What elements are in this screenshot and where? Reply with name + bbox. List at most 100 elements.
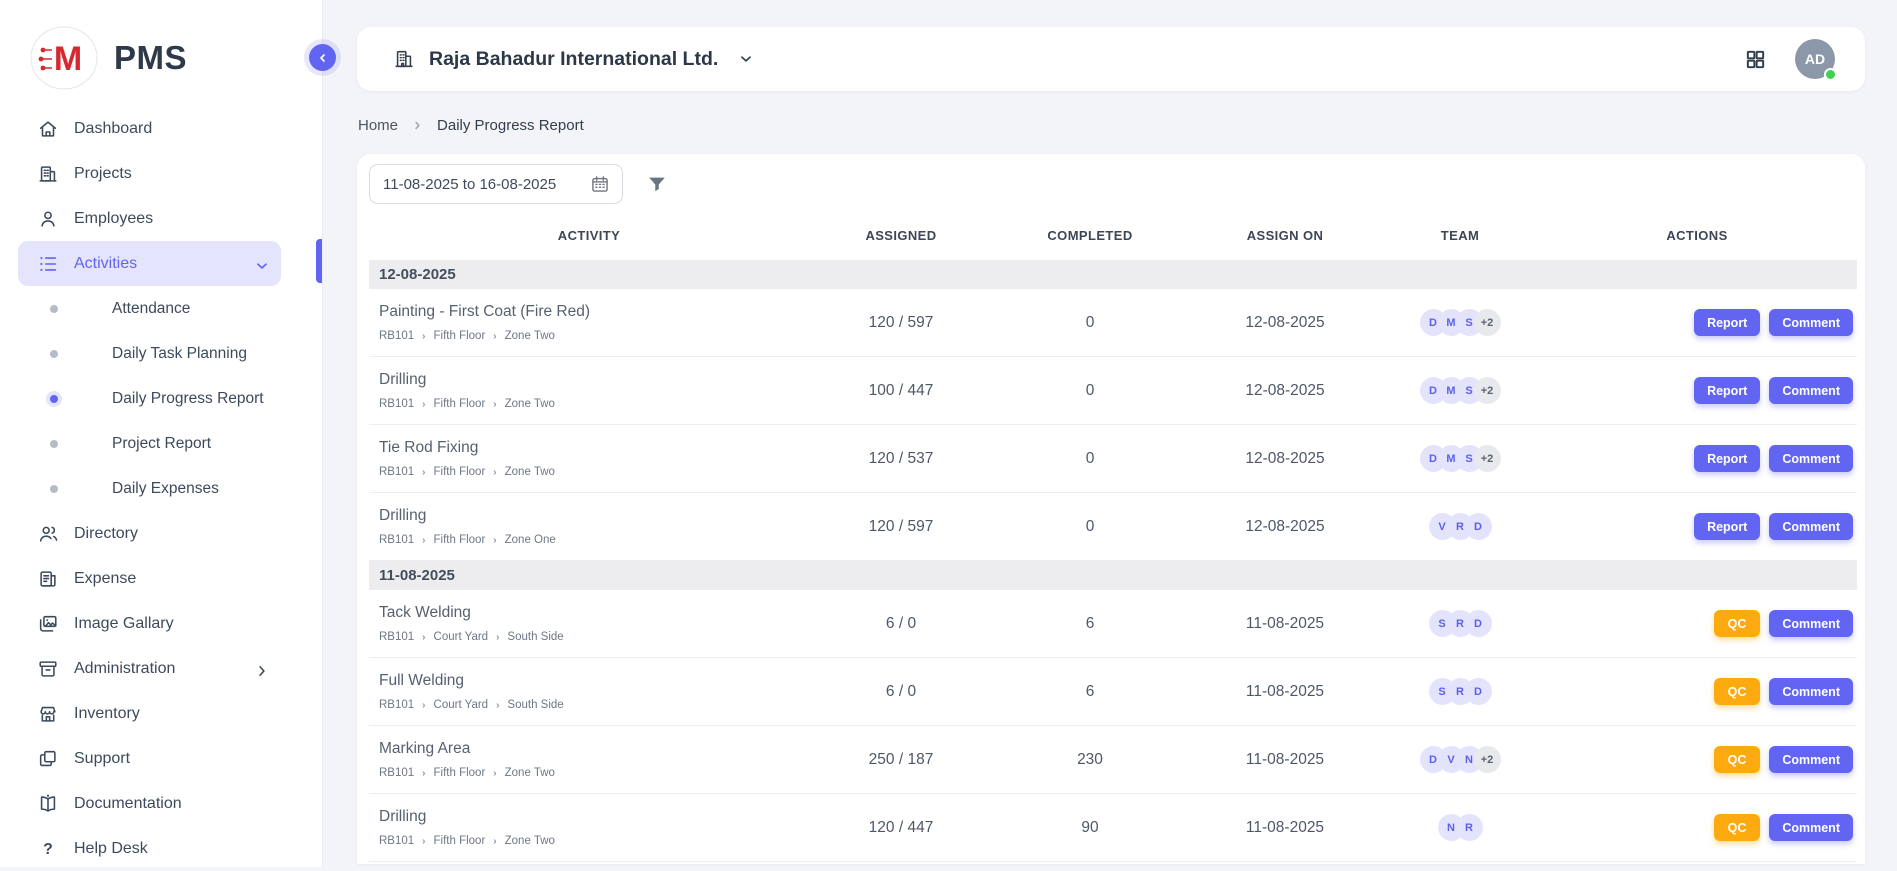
sidebar-item-label: Support bbox=[74, 750, 271, 768]
comment-button[interactable]: Comment bbox=[1769, 610, 1853, 637]
company-selector[interactable]: Raja Bahadur International Ltd. bbox=[393, 48, 755, 71]
team-extra-count[interactable]: +2 bbox=[1474, 746, 1501, 773]
activity-cell: Full Welding RB101›Court Yard›South Side bbox=[369, 672, 809, 711]
activity-name: Drilling bbox=[379, 507, 809, 525]
comment-button[interactable]: Comment bbox=[1769, 445, 1853, 472]
qc-button[interactable]: QC bbox=[1714, 678, 1761, 705]
sidebar-subitem-daily-task-planning[interactable]: Daily Task Planning bbox=[18, 331, 281, 376]
activity-path: RB101›Fifth Floor›Zone Two bbox=[379, 767, 809, 779]
qc-button[interactable]: QC bbox=[1714, 814, 1761, 841]
sidebar-item-support[interactable]: Support bbox=[18, 736, 281, 781]
path-segment: Court Yard bbox=[434, 699, 489, 711]
progress-report-table: ACTIVITY ASSIGNED COMPLETED ASSIGN ON TE… bbox=[369, 216, 1857, 862]
path-segment: Fifth Floor bbox=[434, 767, 486, 779]
activity-name: Painting - First Coat (Fire Red) bbox=[379, 303, 809, 321]
assign-on-date: 11-08-2025 bbox=[1187, 751, 1383, 769]
header-right: AD bbox=[1744, 39, 1835, 79]
col-completed: COMPLETED bbox=[993, 228, 1187, 243]
sidebar-item-inventory[interactable]: Inventory bbox=[18, 691, 281, 736]
report-button[interactable]: Report bbox=[1694, 377, 1760, 404]
sidebar-item-employees[interactable]: Employees bbox=[18, 196, 281, 241]
sidebar-item-dashboard[interactable]: Dashboard bbox=[18, 106, 281, 151]
report-button[interactable]: Report bbox=[1694, 309, 1760, 336]
path-segment: RB101 bbox=[379, 767, 414, 779]
chevron-right-icon bbox=[411, 119, 424, 132]
col-activity: ACTIVITY bbox=[369, 228, 809, 243]
activity-path: RB101›Fifth Floor›Zone One bbox=[379, 534, 809, 546]
comment-button[interactable]: Comment bbox=[1769, 377, 1853, 404]
comment-button[interactable]: Comment bbox=[1769, 309, 1853, 336]
store-icon bbox=[37, 703, 59, 725]
team-avatar[interactable]: D bbox=[1465, 610, 1492, 637]
chevron-right-icon: › bbox=[493, 331, 496, 342]
sidebar-subitem-attendance[interactable]: Attendance bbox=[18, 286, 281, 331]
team-avatar[interactable]: R bbox=[1456, 814, 1483, 841]
qc-button[interactable]: QC bbox=[1714, 610, 1761, 637]
comment-button[interactable]: Comment bbox=[1769, 678, 1853, 705]
breadcrumb-home[interactable]: Home bbox=[358, 117, 398, 134]
table-row: Marking Area RB101›Fifth Floor›Zone Two … bbox=[369, 726, 1857, 794]
path-segment: RB101 bbox=[379, 534, 414, 546]
sidebar-item-label: Expense bbox=[74, 570, 271, 588]
sidebar-subitem-project-report[interactable]: Project Report bbox=[18, 421, 281, 466]
sidebar-subitem-label: Project Report bbox=[112, 435, 211, 453]
path-segment: Zone Two bbox=[505, 767, 555, 779]
qc-button[interactable]: QC bbox=[1714, 746, 1761, 773]
chevron-right-icon bbox=[253, 660, 271, 678]
sidebar-item-label: Activities bbox=[74, 255, 253, 273]
bullet-icon bbox=[50, 485, 58, 493]
completed-value: 6 bbox=[993, 683, 1187, 701]
comment-button[interactable]: Comment bbox=[1769, 746, 1853, 773]
row-actions: QC Comment bbox=[1537, 746, 1857, 773]
sidebar-item-expense[interactable]: Expense bbox=[18, 556, 281, 601]
team-avatar[interactable]: D bbox=[1465, 513, 1492, 540]
comment-button[interactable]: Comment bbox=[1769, 814, 1853, 841]
sidebar-subitem-daily-expenses[interactable]: Daily Expenses bbox=[18, 466, 281, 511]
sidebar-item-label: Image Gallary bbox=[74, 615, 271, 633]
table-row: Drilling RB101›Fifth Floor›Zone One 120 … bbox=[369, 493, 1857, 561]
sidebar-item-label: Dashboard bbox=[74, 120, 271, 138]
path-segment: Fifth Floor bbox=[434, 398, 486, 410]
team-extra-count[interactable]: +2 bbox=[1474, 309, 1501, 336]
chevron-right-icon: › bbox=[493, 535, 496, 546]
image-icon bbox=[37, 613, 59, 635]
calendar-icon bbox=[590, 174, 610, 194]
bullet-icon bbox=[50, 440, 58, 448]
filter-funnel-icon[interactable] bbox=[646, 173, 668, 195]
activity-path: RB101›Court Yard›South Side bbox=[379, 699, 809, 711]
chevron-down-icon bbox=[737, 50, 755, 68]
team-avatar[interactable]: D bbox=[1465, 678, 1492, 705]
date-range-value: 11-08-2025 to 16-08-2025 bbox=[383, 176, 556, 193]
chevron-right-icon: › bbox=[496, 700, 499, 711]
team-extra-count[interactable]: +2 bbox=[1474, 445, 1501, 472]
sidebar-item-documentation[interactable]: Documentation bbox=[18, 781, 281, 826]
activity-path: RB101›Fifth Floor›Zone Two bbox=[379, 330, 809, 342]
sidebar-item-directory[interactable]: Directory bbox=[18, 511, 281, 556]
team-avatars: DVN+2 bbox=[1383, 746, 1537, 773]
sidebar-item-image-gallary[interactable]: Image Gallary bbox=[18, 601, 281, 646]
sidebar-subitem-daily-progress-report[interactable]: Daily Progress Report bbox=[18, 376, 281, 421]
date-range-input[interactable]: 11-08-2025 to 16-08-2025 bbox=[369, 164, 623, 204]
app-logo: M PMS bbox=[0, 0, 322, 102]
team-extra-count[interactable]: +2 bbox=[1474, 377, 1501, 404]
report-button[interactable]: Report bbox=[1694, 513, 1760, 540]
path-segment: Fifth Floor bbox=[434, 466, 486, 478]
apps-grid-icon[interactable] bbox=[1744, 48, 1767, 71]
sidebar-item-help-desk[interactable]: ? Help Desk bbox=[18, 826, 281, 871]
completed-value: 0 bbox=[993, 314, 1187, 332]
report-button[interactable]: Report bbox=[1694, 445, 1760, 472]
comment-button[interactable]: Comment bbox=[1769, 513, 1853, 540]
activity-name: Full Welding bbox=[379, 672, 809, 690]
sidebar-item-administration[interactable]: Administration bbox=[18, 646, 281, 691]
row-actions: Report Comment bbox=[1537, 377, 1857, 404]
user-avatar[interactable]: AD bbox=[1795, 39, 1835, 79]
avatar-initials: AD bbox=[1805, 51, 1825, 67]
sidebar-item-activities[interactable]: Activities bbox=[18, 241, 281, 286]
activity-path: RB101›Fifth Floor›Zone Two bbox=[379, 398, 809, 410]
completed-value: 0 bbox=[993, 382, 1187, 400]
sidebar-collapse-button[interactable] bbox=[309, 44, 336, 71]
assigned-value: 120 / 447 bbox=[809, 819, 993, 837]
sidebar: M PMS Dashboard Projects Employees Activ… bbox=[0, 0, 323, 867]
path-segment: RB101 bbox=[379, 398, 414, 410]
sidebar-item-projects[interactable]: Projects bbox=[18, 151, 281, 196]
